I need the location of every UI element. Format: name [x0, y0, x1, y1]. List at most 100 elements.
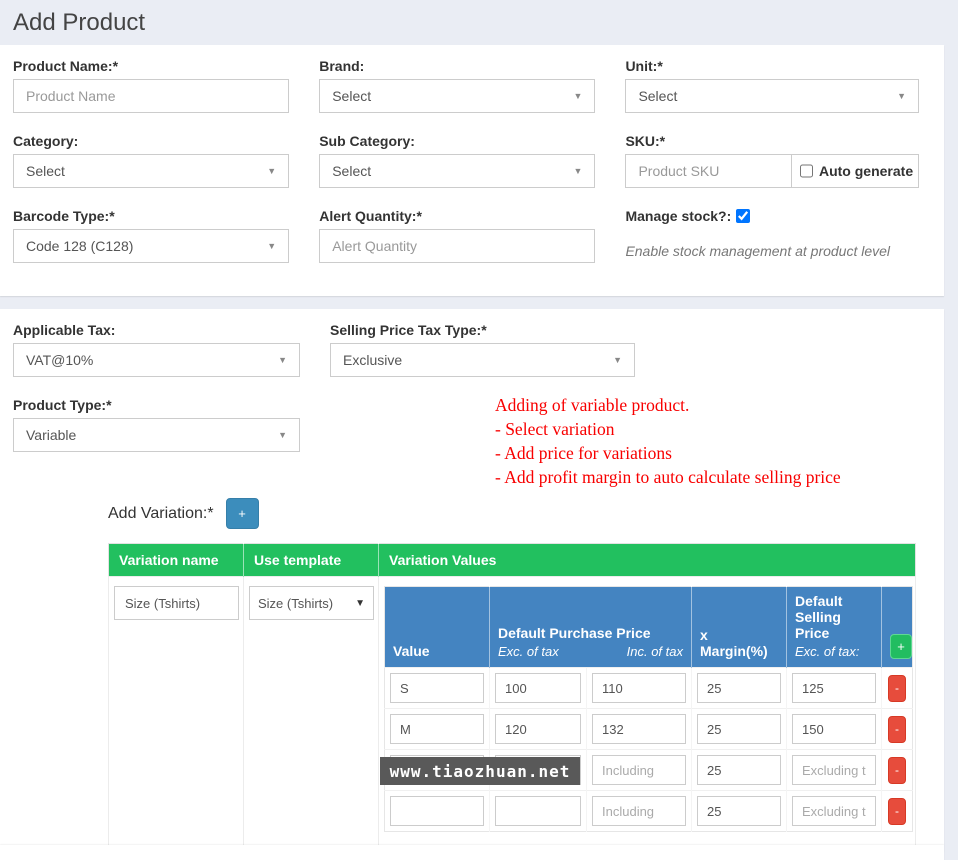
variation-row: Size (Tshirts) ▼ Value: [109, 577, 916, 847]
remove-row-button[interactable]: -: [888, 716, 906, 743]
purchase-inc-label: Inc. of tax: [627, 644, 683, 659]
add-variation-button[interactable]: +: [226, 498, 259, 529]
selling-price-tax-type-select[interactable]: Exclusive ▼: [330, 343, 635, 377]
variation-value-row: -: [385, 791, 913, 832]
value-input[interactable]: [390, 673, 484, 703]
add-variation-value-button[interactable]: +: [890, 634, 912, 659]
chevron-down-icon: ▼: [267, 166, 276, 176]
product-type-select[interactable]: Variable ▼: [13, 418, 300, 452]
variation-values-table: Value Default Purchase Price Exc. of tax…: [384, 586, 913, 832]
brand-select-value: Select: [332, 88, 371, 104]
variation-value-row: -: [385, 668, 913, 709]
use-template-header: Use template: [244, 544, 379, 577]
category-select[interactable]: Select ▼: [13, 154, 289, 188]
manage-stock-label: Manage stock?:: [625, 208, 731, 224]
brand-label: Brand:: [319, 58, 364, 74]
margin-input[interactable]: [697, 755, 781, 785]
selling-exc-input[interactable]: [792, 755, 876, 785]
selling-price-tax-type-label: Selling Price Tax Type:*: [330, 322, 487, 338]
annotation-note: Adding of variable product. - Select var…: [495, 393, 935, 489]
page-title: Add Product: [0, 0, 958, 45]
alert-quantity-label: Alert Quantity:*: [319, 208, 422, 224]
purchase-exc-label: Exc. of tax: [498, 644, 559, 659]
category-select-value: Select: [26, 163, 65, 179]
selling-price-title: Default Selling Price: [795, 593, 873, 641]
value-column-header: Value: [385, 587, 490, 668]
product-name-label: Product Name:*: [13, 58, 118, 74]
variation-table: Variation name Use template Variation Va…: [108, 543, 916, 847]
applicable-tax-select-value: VAT@10%: [26, 352, 93, 368]
purchase-price-title: Default Purchase Price: [498, 625, 683, 641]
purchase-exc-input[interactable]: [495, 796, 581, 826]
chevron-down-icon: ▼: [613, 355, 622, 365]
manage-stock-help: Enable stock management at product level: [625, 243, 919, 259]
purchase-exc-input[interactable]: [495, 673, 581, 703]
barcode-type-select[interactable]: Code 128 (C128) ▼: [13, 229, 289, 263]
annotation-line: - Add price for variations: [495, 441, 935, 465]
selling-exc-input[interactable]: [792, 796, 876, 826]
margin-input[interactable]: [697, 673, 781, 703]
value-input[interactable]: [390, 796, 484, 826]
variation-name-header: Variation name: [109, 544, 244, 577]
chevron-down-icon: ▼: [574, 166, 583, 176]
product-type-select-value: Variable: [26, 427, 76, 443]
sub-category-label: Sub Category:: [319, 133, 415, 149]
unit-label: Unit:*: [625, 58, 662, 74]
manage-stock-checkbox[interactable]: [736, 209, 750, 223]
sub-category-select[interactable]: Select ▼: [319, 154, 595, 188]
sku-addon: Auto generate: [792, 154, 919, 188]
selling-price-tax-type-select-value: Exclusive: [343, 352, 402, 368]
margin-column-header: x Margin(%): [692, 587, 787, 668]
margin-input[interactable]: [697, 796, 781, 826]
purchase-inc-input[interactable]: [592, 755, 686, 785]
selling-exc-input[interactable]: [792, 714, 876, 744]
chevron-down-icon: ▼: [897, 91, 906, 101]
variation-values-header: Variation Values: [379, 544, 916, 577]
margin-input[interactable]: [697, 714, 781, 744]
purchase-exc-input[interactable]: [495, 714, 581, 744]
applicable-tax-select[interactable]: VAT@10% ▼: [13, 343, 300, 377]
unit-select-value: Select: [638, 88, 677, 104]
variation-value-row: -: [385, 709, 913, 750]
selling-price-column-header: Default Selling Price Exc. of tax:: [787, 587, 882, 668]
product-info-card: Product Name:* Category: Select ▼ Barcod…: [0, 45, 944, 296]
sku-input[interactable]: [625, 154, 792, 188]
selling-exc-label: Exc. of tax:: [795, 644, 873, 659]
chevron-down-icon: ▼: [267, 241, 276, 251]
annotation-line: Adding of variable product.: [495, 393, 935, 417]
barcode-type-label: Barcode Type:*: [13, 208, 115, 224]
alert-quantity-input[interactable]: [319, 229, 595, 263]
purchase-inc-input[interactable]: [592, 714, 686, 744]
next-card-peek: [0, 845, 944, 853]
purchase-inc-input[interactable]: [592, 796, 686, 826]
applicable-tax-label: Applicable Tax:: [13, 322, 115, 338]
sku-label: SKU:*: [625, 133, 665, 149]
add-row-column-header: +: [882, 587, 913, 668]
chevron-down-icon: ▼: [355, 598, 365, 609]
use-template-select-value: Size (Tshirts): [258, 596, 333, 611]
variation-name-input[interactable]: [114, 586, 239, 620]
selling-exc-input[interactable]: [792, 673, 876, 703]
annotation-line: - Select variation: [495, 417, 935, 441]
unit-select[interactable]: Select ▼: [625, 79, 919, 113]
category-label: Category:: [13, 133, 78, 149]
sub-category-select-value: Select: [332, 163, 371, 179]
purchase-price-column-header: Default Purchase Price Exc. of tax Inc. …: [490, 587, 692, 668]
product-type-label: Product Type:*: [13, 397, 112, 413]
brand-select[interactable]: Select ▼: [319, 79, 595, 113]
product-name-input[interactable]: [13, 79, 289, 113]
remove-row-button[interactable]: -: [888, 798, 906, 825]
chevron-down-icon: ▼: [278, 430, 287, 440]
chevron-down-icon: ▼: [278, 355, 287, 365]
remove-row-button[interactable]: -: [888, 675, 906, 702]
watermark: www.tiaozhuan.net: [380, 757, 580, 785]
chevron-down-icon: ▼: [574, 91, 583, 101]
value-input[interactable]: [390, 714, 484, 744]
auto-generate-label: Auto generate: [819, 163, 913, 179]
add-variation-label: Add Variation:*: [108, 505, 214, 523]
purchase-inc-input[interactable]: [592, 673, 686, 703]
remove-row-button[interactable]: -: [888, 757, 906, 784]
auto-generate-checkbox[interactable]: [800, 164, 813, 178]
annotation-line: - Add profit margin to auto calculate se…: [495, 465, 935, 489]
use-template-select[interactable]: Size (Tshirts) ▼: [249, 586, 374, 620]
